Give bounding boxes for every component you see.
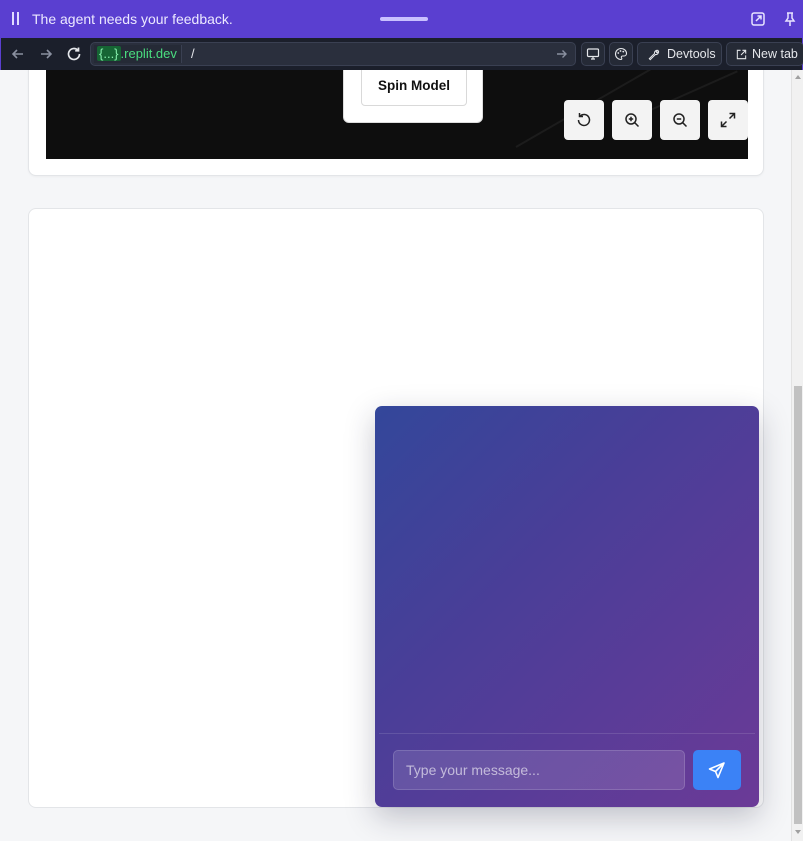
- send-button[interactable]: [693, 750, 741, 790]
- zoom-out-icon: [673, 113, 688, 128]
- url-bar[interactable]: {...} .replit.dev /: [90, 42, 576, 66]
- popout-icon[interactable]: [749, 10, 767, 28]
- banner-message: The agent needs your feedback.: [32, 11, 233, 27]
- agent-feedback-banner: The agent needs your feedback.: [0, 0, 803, 38]
- pin-icon[interactable]: [781, 10, 799, 28]
- reset-view-button[interactable]: [564, 100, 604, 140]
- pause-icon[interactable]: [11, 12, 20, 25]
- spin-panel: Spin Model: [343, 70, 483, 123]
- palette-icon: [615, 47, 628, 61]
- scroll-down-icon[interactable]: [794, 828, 802, 836]
- reload-icon[interactable]: [65, 45, 83, 63]
- zoom-out-button[interactable]: [660, 100, 700, 140]
- devtools-button[interactable]: Devtools: [637, 42, 722, 66]
- external-link-icon: [736, 49, 747, 60]
- spin-model-button[interactable]: Spin Model: [361, 70, 467, 106]
- fullscreen-icon: [720, 112, 736, 128]
- model-viewer-canvas[interactable]: Spin Model: [46, 70, 748, 159]
- new-tab-button[interactable]: New tab: [726, 42, 803, 66]
- back-icon[interactable]: [9, 45, 27, 63]
- scroll-up-icon[interactable]: [794, 73, 802, 81]
- send-icon: [708, 762, 725, 779]
- go-arrow-icon[interactable]: [555, 47, 569, 61]
- browser-toolbar: {...} .replit.dev / Devtools New tab: [0, 38, 803, 70]
- theme-button[interactable]: [609, 42, 633, 66]
- url-path: /: [191, 46, 195, 61]
- device-preview-button[interactable]: [581, 42, 605, 66]
- new-tab-label: New tab: [752, 47, 798, 61]
- wrench-icon: [648, 49, 660, 61]
- model-viewer-card: Spin Model: [28, 70, 764, 176]
- chat-divider: [379, 733, 755, 734]
- monitor-icon: [586, 48, 600, 60]
- chat-widget: [375, 406, 759, 807]
- zoom-in-button[interactable]: [612, 100, 652, 140]
- zoom-in-icon: [625, 113, 640, 128]
- page-scrollbar[interactable]: [791, 70, 803, 841]
- drag-handle[interactable]: [380, 17, 428, 21]
- scroll-thumb[interactable]: [794, 386, 802, 824]
- reset-icon: [577, 113, 591, 127]
- url-host: {...} .replit.dev: [94, 45, 182, 63]
- devtools-label: Devtools: [667, 47, 716, 61]
- forward-icon[interactable]: [37, 45, 55, 63]
- fullscreen-button[interactable]: [708, 100, 748, 140]
- chat-message-input[interactable]: [393, 750, 685, 790]
